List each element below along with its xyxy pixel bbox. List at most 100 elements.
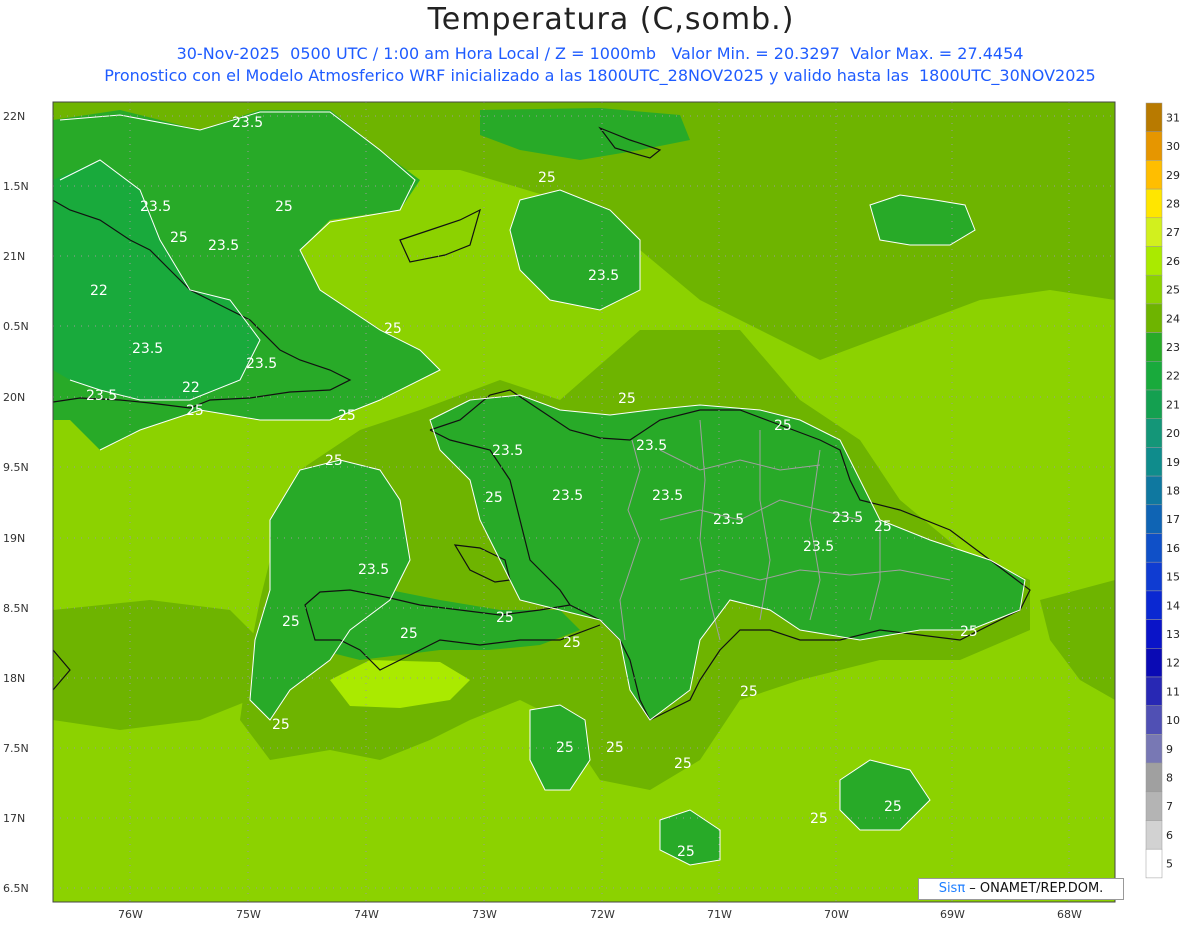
lat-label: 9.5N <box>3 461 29 474</box>
lon-label: 76W <box>118 908 143 921</box>
lon-label: 69W <box>940 908 965 921</box>
colorbar-label: 29 <box>1166 169 1180 182</box>
colorbar-label: 10 <box>1166 714 1180 727</box>
colorbar-label: 21 <box>1166 398 1180 411</box>
map-canvas: 23.5 25 23.5 25 23.5 22 23.5 23.5 25 23.… <box>3 101 1180 921</box>
colorbar-swatch <box>1145 820 1163 850</box>
credit-text: – ONAMET/REP.DOM. <box>965 881 1104 896</box>
colorbar-swatch <box>1145 303 1163 333</box>
colorbar-swatch <box>1145 274 1163 305</box>
contour-label: 23.5 <box>208 238 239 254</box>
lon-label: 74W <box>354 908 379 921</box>
colorbar-swatch <box>1145 246 1163 276</box>
colorbar-swatch <box>1145 676 1163 706</box>
colorbar-swatch <box>1145 533 1163 563</box>
contour-label: 25 <box>884 799 902 815</box>
contour-label: 25 <box>282 614 300 630</box>
contour-label: 25 <box>538 170 556 186</box>
colorbar-label: 9 <box>1166 743 1173 756</box>
contour-label: 23.5 <box>358 562 389 578</box>
contour-label: 25 <box>674 756 692 772</box>
colorbar-label: 11 <box>1166 685 1180 698</box>
colorbar-swatch <box>1145 389 1163 419</box>
sispi-logo-text: Sisπ <box>938 881 966 896</box>
colorbar-label: 13 <box>1166 628 1180 641</box>
contour-label: 25 <box>606 740 624 756</box>
colorbar-label: 15 <box>1166 571 1180 584</box>
colorbar-label: 27 <box>1166 226 1180 239</box>
lat-label: 20N <box>3 391 25 404</box>
colorbar-swatch <box>1145 791 1163 821</box>
lon-label: 70W <box>824 908 849 921</box>
colorbar-label: 28 <box>1166 197 1180 210</box>
colorbar-swatch <box>1145 504 1163 534</box>
contour-label: 23.5 <box>552 488 583 504</box>
contour-label: 23.5 <box>588 268 619 284</box>
colorbar-label: 26 <box>1166 255 1180 268</box>
contour-label: 23.5 <box>132 341 163 357</box>
colorbar-label: 6 <box>1166 829 1173 842</box>
colorbar-swatch <box>1145 447 1163 477</box>
colorbar-label: 30 <box>1166 140 1180 153</box>
lat-label: 7.5N <box>3 742 29 755</box>
colorbar-label: 31 <box>1166 111 1180 124</box>
colorbar-label: 7 <box>1166 800 1173 813</box>
contour-label: 25 <box>384 321 402 337</box>
contour-label: 23.5 <box>803 539 834 555</box>
latitude-labels: 22N 1.5N 21N 0.5N 20N 9.5N 19N 8.5N 18N … <box>3 110 29 895</box>
colorbar-label: 23 <box>1166 341 1180 354</box>
contour-label: 25 <box>272 717 290 733</box>
colorbar-swatch <box>1145 590 1163 620</box>
colorbar-swatch <box>1145 332 1163 362</box>
colorbar-label: 25 <box>1166 284 1180 297</box>
colorbar-swatch <box>1145 475 1163 506</box>
colorbar-label: 16 <box>1166 542 1180 555</box>
contour-label: 23.5 <box>246 356 277 372</box>
lat-label: 8.5N <box>3 602 29 615</box>
lat-label: 0.5N <box>3 320 29 333</box>
contour-label: 25 <box>810 811 828 827</box>
lat-label: 6.5N <box>3 882 29 895</box>
colorbar-swatch <box>1145 188 1163 219</box>
contour-label: 25 <box>740 684 758 700</box>
lat-label: 21N <box>3 250 25 263</box>
colorbar-swatch <box>1145 734 1163 764</box>
colorbar-label: 22 <box>1166 370 1180 383</box>
colorbar-label: 14 <box>1166 599 1180 612</box>
colorbar-swatch <box>1145 361 1163 391</box>
contour-label: 25 <box>874 519 892 535</box>
contour-label: 23.5 <box>832 510 863 526</box>
contour-label: 25 <box>774 418 792 434</box>
colorbar-label: 5 <box>1166 858 1173 871</box>
lat-label: 1.5N <box>3 180 29 193</box>
lat-label: 17N <box>3 812 25 825</box>
contour-label: 25 <box>338 408 356 424</box>
contour-label: 25 <box>496 610 514 626</box>
contour-label: 25 <box>485 490 503 506</box>
colorbar: 31 30 29 28 27 26 25 24 23 22 21 20 19 18 17 16 15 14 13 12… <box>1145 102 1180 879</box>
contour-label: 25 <box>618 391 636 407</box>
contour-label: 25 <box>275 199 293 215</box>
lon-label: 75W <box>236 908 261 921</box>
colorbar-swatch <box>1145 619 1163 649</box>
colorbar-label: 17 <box>1166 513 1180 526</box>
contour-label: 25 <box>563 635 581 651</box>
colorbar-swatch <box>1145 762 1163 793</box>
contour-label: 23.5 <box>140 199 171 215</box>
colorbar-label: 24 <box>1166 312 1180 325</box>
colorbar-swatch <box>1145 217 1163 247</box>
colorbar-swatch <box>1145 160 1163 190</box>
lon-label: 73W <box>472 908 497 921</box>
longitude-labels: 76W 75W 74W 73W 72W 71W 70W 69W 68W <box>118 908 1082 921</box>
contour-label: 25 <box>186 403 204 419</box>
lat-label: 19N <box>3 532 25 545</box>
contour-label: 25 <box>170 230 188 246</box>
lon-label: 68W <box>1057 908 1082 921</box>
contour-label: 25 <box>960 624 978 640</box>
colorbar-swatch <box>1145 848 1163 879</box>
colorbar-swatch <box>1145 648 1163 678</box>
contour-label: 23.5 <box>492 443 523 459</box>
contour-label: 23.5 <box>713 512 744 528</box>
lon-label: 71W <box>707 908 732 921</box>
contour-label: 25 <box>400 626 418 642</box>
